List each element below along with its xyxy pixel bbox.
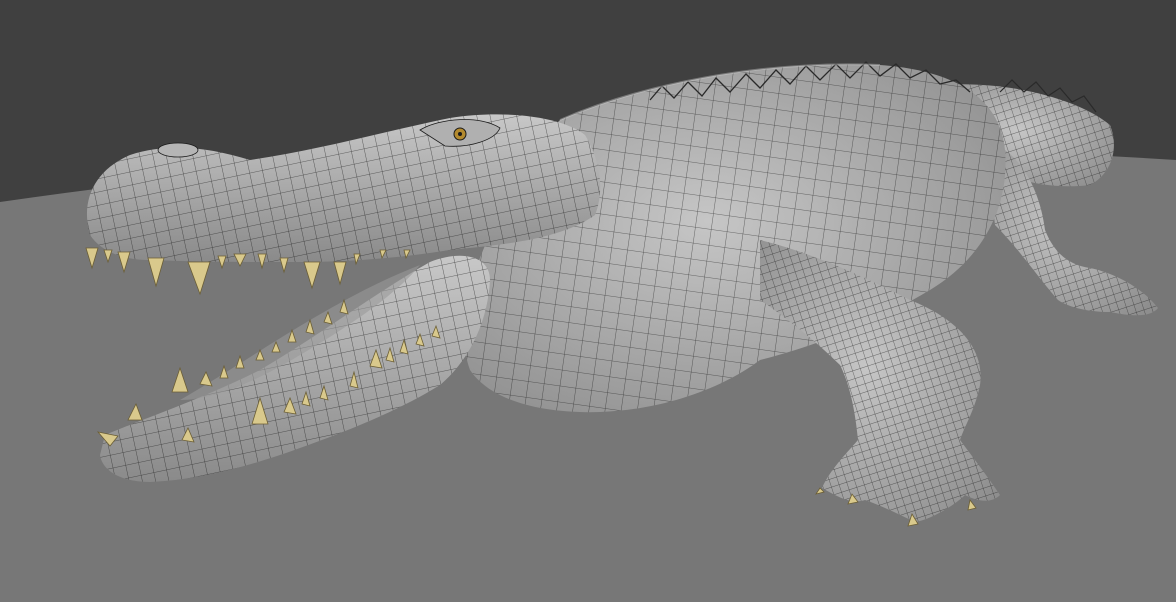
crocodile-render (0, 0, 1176, 602)
3d-viewport[interactable] (0, 0, 1176, 602)
